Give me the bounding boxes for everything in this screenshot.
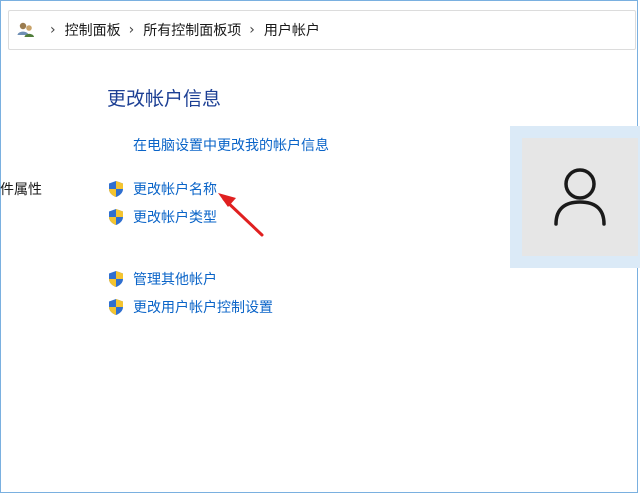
- avatar[interactable]: [522, 138, 638, 256]
- breadcrumb-separator: ›: [249, 22, 255, 38]
- annotation-arrow: [218, 193, 264, 237]
- page-title: 更改帐户信息: [107, 88, 222, 110]
- breadcrumb-separator: ›: [50, 22, 56, 38]
- breadcrumb-control-panel[interactable]: 控制面板: [65, 20, 121, 40]
- breadcrumb-user-accounts[interactable]: 用户帐户: [264, 20, 320, 40]
- breadcrumb-separator: ›: [128, 22, 135, 38]
- sidebar-label: 文件属性: [0, 182, 42, 198]
- user-avatar-icon: [554, 168, 606, 226]
- uac-shield-icon: [107, 298, 125, 316]
- pc-settings-link[interactable]: 在电脑设置中更改我的帐户信息: [133, 135, 329, 155]
- uac-settings-link[interactable]: 更改用户帐户控制设置: [133, 297, 273, 317]
- uac-shield-icon: [107, 180, 125, 198]
- breadcrumb-all-items[interactable]: 所有控制面板项: [143, 20, 241, 40]
- uac-shield-icon: [107, 270, 125, 288]
- uac-shield-icon: [107, 208, 125, 226]
- address-bar[interactable]: › 控制面板 › 所有控制面板项 › 用户帐户: [8, 10, 636, 50]
- users-icon: [16, 20, 36, 40]
- sidebar-file-properties[interactable]: 文件属性: [0, 179, 42, 199]
- manage-other-accounts-link[interactable]: 管理其他帐户: [133, 269, 217, 289]
